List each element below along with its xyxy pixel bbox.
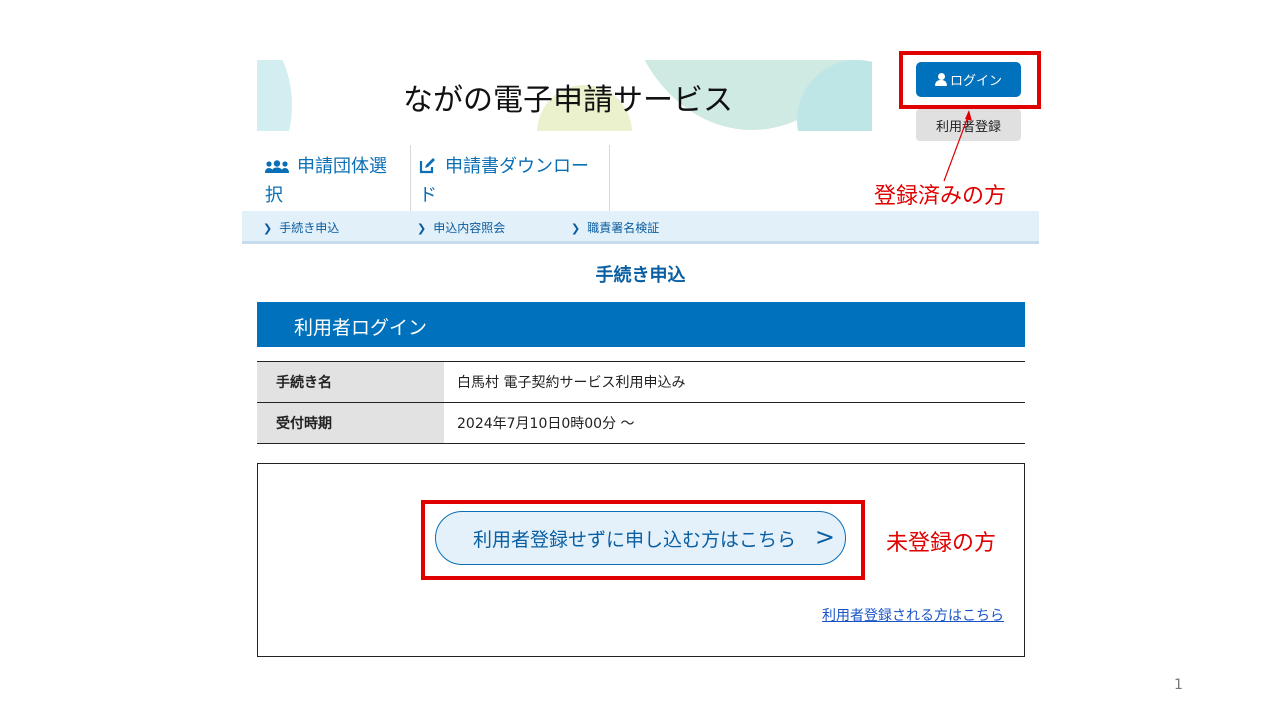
user-register-link[interactable]: 利用者登録される方はこちら (822, 605, 1004, 625)
chevron-right-icon: ❯ (571, 222, 581, 235)
row-label: 手続き名 (257, 361, 444, 403)
tab-select-organization[interactable]: 申請団体選択 (257, 145, 411, 211)
annotation-registered: 登録済みの方 (874, 184, 1007, 209)
row-value: 2024年7月10日0時00分 〜 (444, 402, 1025, 444)
table-row: 受付時期 2024年7月10日0時00分 〜 (257, 402, 1025, 444)
subnav-item-label: 申込内容照会 (433, 221, 506, 235)
subnav-item-label: 職責署名検証 (587, 221, 660, 235)
edit-icon (419, 155, 437, 182)
page-title: 手続き申込 (595, 265, 686, 286)
annotation-unregistered: 未登録の方 (886, 531, 997, 556)
user-register-button[interactable]: 利用者登録 (916, 109, 1021, 141)
table-row: 手続き名 白馬村 電子契約サービス利用申込み (257, 361, 1025, 403)
subnav-item-apply[interactable]: ❯ 手続き申込 (263, 219, 339, 236)
tab-label: 申請書ダウンロード (419, 156, 589, 206)
row-value: 白馬村 電子契約サービス利用申込み (444, 361, 1025, 403)
tab-download-forms[interactable]: 申請書ダウンロード (411, 145, 610, 211)
section-title-user-login: 利用者ログイン (257, 302, 1025, 347)
subnav-item-signature-verify[interactable]: ❯ 職責署名検証 (571, 219, 659, 236)
subnav-item-label: 手続き申込 (279, 221, 340, 235)
slide-page-number: 1 (1174, 677, 1183, 693)
login-highlight-box (899, 51, 1041, 109)
chevron-right-icon: ❯ (263, 222, 273, 235)
group-icon (265, 155, 289, 182)
banner-decoration (257, 60, 292, 131)
header-banner: ながの電子申請サービス (257, 60, 872, 131)
procedure-info-table: 手続き名 白馬村 電子契約サービス利用申込み 受付時期 2024年7月10日0時… (257, 361, 1025, 444)
site-title[interactable]: ながの電子申請サービス (403, 75, 733, 119)
row-label: 受付時期 (257, 402, 444, 444)
sub-navigation: ❯ 手続き申込 ❯ 申込内容照会 ❯ 職責署名検証 (242, 211, 1039, 244)
guest-highlight-box (421, 500, 865, 580)
subnav-item-inquiry[interactable]: ❯ 申込内容照会 (417, 219, 505, 236)
chevron-right-icon: ❯ (417, 222, 427, 235)
